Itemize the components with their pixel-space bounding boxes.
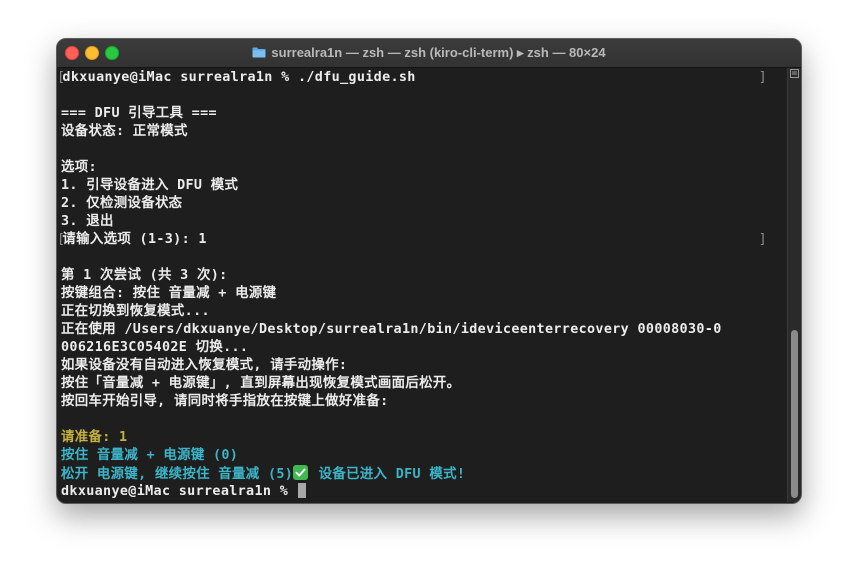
terminal-line: [请输入选项 (1-3): 1] — [57, 231, 783, 249]
terminal-line-text: 第 1 次尝试 (共 3 次): — [61, 268, 228, 283]
title-bar[interactable]: surrealra1n — zsh — zsh (kiro-cli-term) … — [57, 39, 801, 68]
terminal-line-text: 请准备: 1 — [61, 430, 128, 445]
terminal-line: 正在切换到恢复模式... — [61, 303, 783, 321]
terminal-line-text: 按住 音量减 + 电源键 (0) — [61, 448, 239, 463]
terminal-line: 按回车开始引导, 请同时将手指放在按键上做好准备: — [61, 393, 783, 411]
terminal-line: 松开 电源键, 继续按住 音量减 (5) 设备已进入 DFU 模式! — [61, 465, 783, 483]
terminal-line-text: 1. 引导设备进入 DFU 模式 — [61, 178, 239, 193]
terminal-window: surrealra1n — zsh — zsh (kiro-cli-term) … — [56, 38, 802, 504]
terminal-line-text: 请输入选项 (1-3): 1 — [62, 232, 207, 247]
terminal-line-text: 按回车开始引导, 请同时将手指放在按键上做好准备: — [61, 394, 389, 409]
text-cursor — [297, 483, 306, 498]
check-mark-icon — [293, 465, 309, 480]
terminal-output[interactable]: [dkxuanye@iMac surrealra1n % ./dfu_guide… — [57, 69, 783, 501]
terminal-line-text: 如果设备没有自动进入恢复模式, 请手动操作: — [61, 358, 348, 373]
terminal-line: 请准备: 1 — [61, 429, 783, 447]
mark-bracket-right: ] — [758, 232, 767, 247]
terminal-line-text: 2. 仅检测设备状态 — [61, 196, 183, 211]
terminal-line: 按住 音量减 + 电源键 (0) — [61, 447, 783, 465]
terminal-line: 3. 退出 — [61, 213, 783, 231]
window-title: surrealra1n — zsh — zsh (kiro-cli-term) … — [57, 39, 801, 67]
terminal-line-text: 按键组合: 按住 音量减 + 电源键 — [61, 286, 277, 301]
scrollbar[interactable] — [787, 68, 801, 502]
terminal-line: [dkxuanye@iMac surrealra1n % ./dfu_guide… — [57, 69, 783, 87]
terminal-line-text: 006216E3C05402E 切换... — [61, 340, 249, 355]
folder-icon — [252, 47, 266, 58]
terminal-line-text: dkxuanye@iMac surrealra1n % — [61, 484, 297, 499]
mark-bracket-right: ] — [758, 70, 767, 85]
terminal-line-text: 正在切换到恢复模式... — [61, 304, 210, 319]
terminal-line-text: 正在使用 /Users/dkxuanye/Desktop/surrealra1n… — [61, 322, 722, 337]
terminal-line: 选项: — [61, 159, 783, 177]
terminal-line: === DFU 引导工具 === — [61, 105, 783, 123]
terminal-line-text: 按住「音量减 + 电源键」, 直到屏幕出现恢复模式画面后松开。 — [61, 376, 461, 391]
terminal-line: 2. 仅检测设备状态 — [61, 195, 783, 213]
terminal-line-text: 3. 退出 — [61, 214, 114, 229]
dfu-success-message: 设备已进入 DFU 模式! — [310, 467, 466, 482]
terminal-line-text: === DFU 引导工具 === — [61, 106, 217, 121]
terminal-line: 按键组合: 按住 音量减 + 电源键 — [61, 285, 783, 303]
terminal-line: 1. 引导设备进入 DFU 模式 — [61, 177, 783, 195]
terminal-line: 正在使用 /Users/dkxuanye/Desktop/surrealra1n… — [61, 321, 783, 339]
terminal-line-text: 设备状态: 正常模式 — [61, 124, 188, 139]
terminal-line-text: 选项: — [61, 160, 97, 175]
scrollbar-thumb[interactable] — [791, 330, 798, 498]
window-title-text: surrealra1n — zsh — zsh (kiro-cli-term) … — [271, 45, 606, 60]
terminal-line: 按住「音量减 + 电源键」, 直到屏幕出现恢复模式画面后松开。 — [61, 375, 783, 393]
terminal-line: 006216E3C05402E 切换... — [61, 339, 783, 357]
scroll-marks-icon — [790, 69, 799, 78]
terminal-line: dkxuanye@iMac surrealra1n % — [61, 483, 783, 501]
terminal-line-text: 松开 电源键, 继续按住 音量减 (5) — [61, 467, 294, 482]
terminal-line: 第 1 次尝试 (共 3 次): — [61, 267, 783, 285]
terminal-line: 设备状态: 正常模式 — [61, 123, 783, 141]
terminal-line-text: dkxuanye@iMac surrealra1n % ./dfu_guide.… — [62, 70, 416, 85]
terminal-line: 如果设备没有自动进入恢复模式, 请手动操作: — [61, 357, 783, 375]
